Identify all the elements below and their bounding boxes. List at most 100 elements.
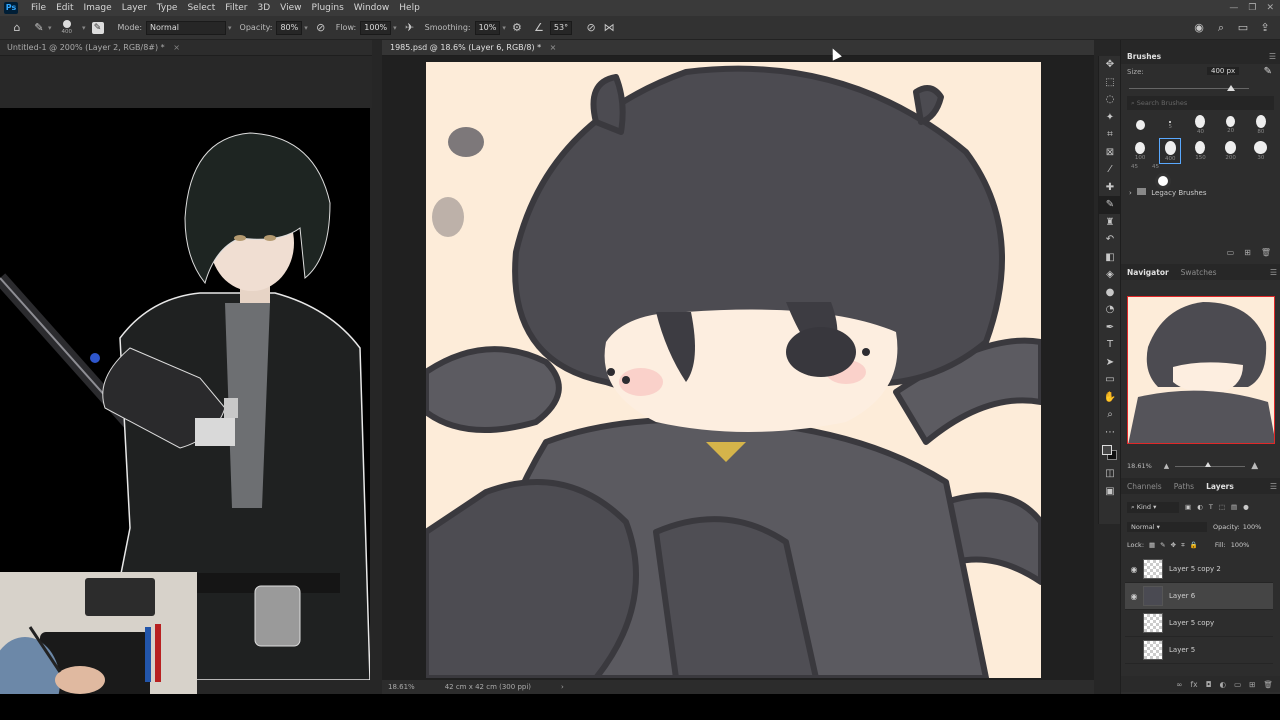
chevron-down-icon[interactable]: ▾ [82,24,86,32]
slider-thumb-icon[interactable] [1205,461,1212,467]
trash-icon[interactable]: 🗑 [1263,680,1273,689]
navigator-zoom-slider[interactable] [1175,461,1246,467]
menu-image[interactable]: Image [79,0,117,16]
adjustment-layer-icon[interactable]: ◐ [1220,680,1227,689]
menu-layer[interactable]: Layer [117,0,152,16]
brush-preset-label[interactable]: 45 [1131,164,1138,170]
menu-window[interactable]: Window [349,0,395,16]
navigator-zoom-value[interactable]: 18.61% [1127,462,1152,470]
brush-preset[interactable]: 100 [1129,138,1151,164]
chevron-down-icon[interactable]: ▾ [502,24,506,32]
filter-type-icon[interactable]: T [1209,503,1213,511]
foreground-color-swatch[interactable] [1102,445,1112,455]
eyedropper-tool-icon[interactable]: ⁄ [1099,161,1121,179]
zoom-in-icon[interactable]: ▲ [1251,461,1258,471]
pressure-size-icon[interactable]: ⊘ [584,21,598,35]
panel-collapse-bar[interactable] [1121,40,1280,48]
layer-row[interactable]: Layer 5 copy [1125,610,1273,637]
navigator-preview[interactable] [1127,296,1275,444]
symmetry-icon[interactable]: ⋈ [602,21,616,35]
gear-icon[interactable]: ⚙ [510,21,524,35]
chevron-down-icon[interactable]: ▾ [304,24,308,32]
legacy-brushes-folder[interactable]: › Legacy Brushes [1121,186,1280,200]
brush-tool-icon[interactable]: ✎ [32,21,46,35]
layer-mask-icon[interactable]: ◘ [1206,680,1212,689]
flow-field[interactable]: 100% [360,20,392,35]
brush-settings-icon[interactable]: ✎ [91,21,104,34]
brush-preset[interactable]: 200 [1220,138,1242,164]
dodge-tool-icon[interactable]: ◔ [1099,301,1121,319]
menu-type[interactable]: Type [152,0,183,16]
lock-all-icon[interactable]: 🔒 [1190,541,1198,549]
chevron-down-icon[interactable]: ▾ [228,24,232,32]
chevron-right-icon[interactable]: › [561,680,564,694]
search-icon[interactable]: ⌕ [1214,21,1228,35]
paint-bucket-tool-icon[interactable]: ◈ [1099,266,1121,284]
brush-preset[interactable]: 5 [1159,112,1181,138]
lock-artboard-icon[interactable]: ⌗ [1181,541,1185,550]
opacity-field[interactable]: 80% [276,20,303,35]
brush-preset[interactable]: 40 [1189,112,1211,138]
brush-preset-selected[interactable]: 400 [1159,138,1182,164]
tab-brushes[interactable]: Brushes [1127,52,1161,61]
layer-row[interactable]: ◉ Layer 5 copy 2 [1125,556,1273,583]
menu-view[interactable]: View [275,0,306,16]
tab-paths[interactable]: Paths [1174,482,1194,491]
history-brush-tool-icon[interactable]: ↶ [1099,231,1121,249]
filter-adjustment-icon[interactable]: ◐ [1197,503,1203,511]
brush-tool-icon[interactable]: ✎ [1099,196,1121,214]
menu-plugins[interactable]: Plugins [307,0,349,16]
color-swatches-icon[interactable] [1099,441,1121,465]
healing-brush-tool-icon[interactable]: ✚ [1099,179,1121,197]
trash-icon[interactable]: 🗑 [1261,248,1271,264]
document-tab-left[interactable]: Untitled-1 @ 200% (Layer 2, RGB/8#) * × [0,40,372,56]
lasso-tool-icon[interactable]: ◌ [1099,91,1121,109]
filter-smart-icon[interactable]: ▤ [1231,503,1237,511]
panel-menu-icon[interactable]: ☰ [1270,268,1277,277]
layer-filter-select[interactable]: ⌕ Kind ▾ [1127,501,1179,513]
close-tab-icon[interactable]: × [550,43,557,52]
document-tab-main[interactable]: 1985.psd @ 18.6% (Layer 6, RGB/8) * × [382,40,1094,56]
eraser-tool-icon[interactable]: ◧ [1099,249,1121,267]
airbrush-icon[interactable]: ✈ [403,21,417,35]
new-group-icon[interactable]: ▭ [1234,680,1241,689]
magic-wand-tool-icon[interactable]: ✦ [1099,109,1121,127]
pen-tool-icon[interactable]: ✒ [1099,319,1121,337]
lock-paint-icon[interactable]: ✎ [1160,541,1165,549]
panel-menu-icon[interactable]: ☰ [1270,482,1277,491]
menu-3d[interactable]: 3D [253,0,276,16]
lock-pixels-icon[interactable]: ▦ [1149,541,1155,549]
share-user-icon[interactable]: ◉ [1192,21,1206,35]
filter-shape-icon[interactable]: ⬚ [1219,503,1225,511]
brush-preset[interactable]: 20 [1220,112,1242,138]
visibility-eye-icon[interactable]: ◉ [1125,592,1143,601]
close-icon[interactable]: ✕ [1266,0,1274,16]
tab-navigator[interactable]: Navigator [1127,268,1169,277]
brush-size-field[interactable]: 400 px [1207,67,1240,75]
brush-edit-icon[interactable]: ✎ [1264,66,1272,77]
menu-edit[interactable]: Edit [51,0,78,16]
new-brush-icon[interactable]: ⊞ [1244,248,1251,264]
workspace-icon[interactable]: ▭ [1236,21,1250,35]
more-tools-icon[interactable]: ⋯ [1099,424,1121,442]
restore-icon[interactable]: ❐ [1248,0,1256,16]
layer-style-icon[interactable]: fx [1191,680,1198,689]
new-layer-icon[interactable]: ⊞ [1249,680,1255,689]
close-tab-icon[interactable]: × [173,43,180,52]
share-icon[interactable]: ⇪ [1258,21,1272,35]
brush-search-input[interactable]: ⌕ Search Brushes [1127,96,1274,110]
layer-row-selected[interactable]: ◉ Layer 6 [1125,583,1273,610]
rectangle-tool-icon[interactable]: ▭ [1099,371,1121,389]
brush-preset[interactable]: 150 [1189,138,1211,164]
smoothing-field[interactable]: 10% [474,20,501,35]
chevron-down-icon[interactable]: ▾ [393,24,397,32]
frame-tool-icon[interactable]: ⊠ [1099,144,1121,162]
status-zoom[interactable]: 18.61% [388,680,415,694]
brush-preset[interactable]: 80 [1250,112,1272,138]
tab-swatches[interactable]: Swatches [1181,268,1217,277]
marquee-tool-icon[interactable]: ⬚ [1099,74,1121,92]
mode-select[interactable]: Normal [146,20,227,35]
path-selection-tool-icon[interactable]: ➤ [1099,354,1121,372]
lock-position-icon[interactable]: ✥ [1171,541,1176,549]
brush-size-slider[interactable] [1129,84,1272,94]
